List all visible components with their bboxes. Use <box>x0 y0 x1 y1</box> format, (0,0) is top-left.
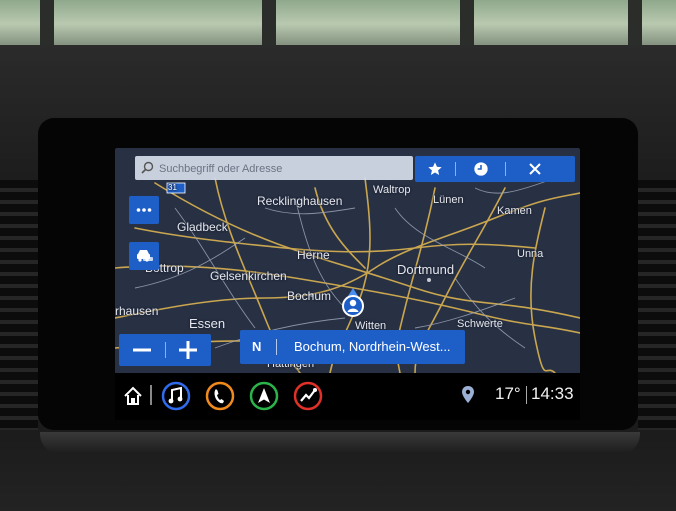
current-location-marker <box>342 288 364 325</box>
close-map-button[interactable] <box>515 156 555 182</box>
location-person-icon <box>342 288 364 317</box>
search-input[interactable] <box>157 158 411 180</box>
star-icon <box>428 162 442 175</box>
toolbar-separator <box>505 162 506 176</box>
map-menu-button[interactable] <box>129 196 159 224</box>
close-icon <box>529 163 541 175</box>
traffic-car-icon <box>137 250 153 262</box>
air-vent-left <box>0 180 38 430</box>
status-separator <box>150 385 152 405</box>
city-label: Recklinghausen <box>257 194 343 208</box>
navigation-map[interactable]: 31 Waltrop Recklinghausen Lünen Kamen Gl… <box>115 148 580 373</box>
city-label: Gelsenkirchen <box>210 269 287 283</box>
city-label: Dortmund <box>397 262 455 277</box>
clock: 14:33 <box>531 384 574 403</box>
city-label: Waltrop <box>373 184 411 196</box>
city-label: Schwerte <box>457 318 503 330</box>
status-bar: 17° 14:33 <box>115 373 580 420</box>
current-location-banner[interactable]: N Bochum, Nordrhein-West... <box>240 330 465 364</box>
compass-heading[interactable]: N <box>252 339 261 354</box>
city-label: Bochum <box>287 289 332 303</box>
navigation-app-icon[interactable] <box>249 381 279 411</box>
road-shield-label: 31 <box>168 183 177 192</box>
city-label: Essen <box>189 316 226 331</box>
zoom-out-button[interactable] <box>119 334 165 366</box>
map-toolbar <box>415 156 575 182</box>
city-label: Lünen <box>433 194 464 206</box>
location-pin-icon <box>462 386 474 403</box>
banner-separator <box>276 339 277 355</box>
phone-app-icon[interactable] <box>205 381 235 411</box>
outside-temperature: 17° <box>495 384 521 403</box>
infotainment-screen: 31 Waltrop Recklinghausen Lünen Kamen Gl… <box>115 148 580 420</box>
recent-destinations-button[interactable] <box>461 156 501 182</box>
dashboard-trim <box>40 432 640 454</box>
zoom-in-button[interactable] <box>165 334 211 366</box>
phone-projection-icon[interactable] <box>293 381 323 411</box>
zoom-control <box>119 334 211 366</box>
search-bar[interactable] <box>135 156 413 180</box>
clock-icon <box>474 162 488 176</box>
air-vent-right <box>638 180 676 430</box>
music-app-icon[interactable] <box>161 381 191 411</box>
search-icon <box>141 161 154 174</box>
city-label: Gladbeck <box>177 220 228 234</box>
home-icon[interactable] <box>123 386 143 406</box>
status-separator <box>526 386 527 404</box>
toolbar-separator <box>455 162 456 176</box>
city-label: rhausen <box>115 304 159 318</box>
current-location-label: Bochum, Nordrhein-West... <box>294 339 451 354</box>
traffic-button[interactable] <box>129 242 159 270</box>
more-dots-icon <box>136 208 152 212</box>
favorites-button[interactable] <box>415 156 455 182</box>
minus-icon <box>133 348 151 352</box>
city-label: Unna <box>517 248 544 260</box>
city-label: Kamen <box>497 205 532 217</box>
city-label: Herne <box>297 248 330 262</box>
plus-icon <box>179 341 197 359</box>
